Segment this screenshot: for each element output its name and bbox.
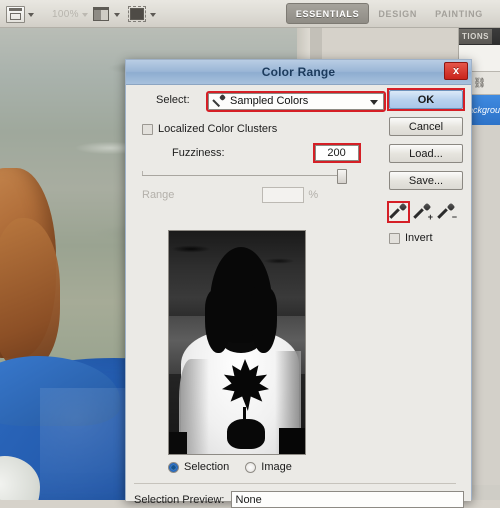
photo-subject-hair-strands — [0, 218, 60, 368]
fuzziness-slider[interactable] — [142, 168, 354, 184]
application-toolbar: 100% ESSENTIALS DESIGN PAINTING — [0, 0, 500, 28]
preview-corner-shadow-right — [279, 428, 305, 454]
screen-mode-icon[interactable] — [6, 5, 25, 23]
load-button[interactable]: Load... — [389, 144, 463, 163]
dialog-left-column: Select: Sampled Colors Localized Color C… — [134, 90, 386, 203]
color-range-dialog: Color Range x Select: Sampled Colors Loc… — [125, 59, 472, 508]
dialog-body: Select: Sampled Colors Localized Color C… — [126, 85, 471, 508]
panel-tab-bar[interactable]: TIONS — [459, 28, 500, 45]
ok-button[interactable]: OK — [389, 90, 463, 109]
eyedropper-tool-group[interactable]: + − — [387, 201, 463, 223]
close-icon[interactable]: x — [444, 62, 468, 80]
zoom-level-control[interactable]: 100% — [52, 4, 88, 24]
eyedropper-sample-icon[interactable] — [387, 201, 410, 223]
radio-selection[interactable]: Selection — [168, 461, 229, 473]
slider-handle[interactable] — [337, 169, 347, 184]
invert-checkbox[interactable] — [389, 232, 400, 244]
save-button[interactable]: Save... — [389, 171, 463, 190]
eyedropper-add-glyph: + — [427, 212, 433, 222]
chevron-down-icon[interactable] — [370, 99, 378, 105]
localized-color-clusters-label: Localized Color Clusters — [158, 123, 278, 135]
invert-label: Invert — [405, 232, 433, 244]
panel-tab-adjustments[interactable]: TIONS — [459, 29, 492, 44]
preview-glove-dark — [227, 419, 265, 449]
chevron-down-icon[interactable] — [114, 13, 120, 17]
arrange-documents-icon[interactable] — [92, 6, 111, 23]
workspace-tab-painting[interactable]: PAINTING — [426, 3, 492, 24]
selection-preview-thumbnail[interactable] — [168, 230, 306, 455]
eyedropper-subtract-glyph: − — [451, 212, 457, 222]
link-icon[interactable]: ⛓ — [473, 78, 486, 89]
fuzziness-input[interactable]: 200 — [312, 143, 361, 163]
preview-mode-radio-group[interactable]: Selection Image — [168, 461, 368, 473]
radio-image-dot[interactable] — [245, 461, 257, 473]
range-unit-label: % — [308, 189, 319, 201]
eyedropper-icon — [213, 95, 226, 107]
select-label: Select: — [156, 94, 190, 106]
arrange-documents-control[interactable] — [92, 4, 120, 24]
dialog-divider — [134, 483, 456, 484]
radio-image-label: Image — [261, 461, 292, 473]
radio-selection-dot[interactable] — [168, 461, 179, 473]
select-row: Select: Sampled Colors — [134, 90, 386, 112]
preview-hair-left — [205, 289, 231, 353]
dialog-title-bar[interactable]: Color Range x — [126, 60, 471, 85]
localized-color-clusters-checkbox[interactable] — [142, 123, 153, 135]
dialog-title: Color Range — [261, 65, 336, 79]
cancel-button[interactable]: Cancel — [389, 117, 463, 136]
screen-mode-control[interactable] — [6, 4, 34, 24]
slider-track[interactable] — [142, 175, 344, 176]
preview-hair-right — [251, 287, 277, 353]
eyedropper-add-icon[interactable]: + — [413, 203, 433, 222]
view-extras-icon[interactable] — [128, 5, 147, 23]
view-extras-control[interactable] — [128, 4, 156, 24]
workspace-switcher[interactable]: ESSENTIALS DESIGN PAINTING — [285, 3, 492, 24]
range-input — [262, 187, 305, 203]
ok-button-highlight: OK — [387, 88, 465, 111]
invert-row[interactable]: Invert — [389, 232, 463, 244]
zoom-level-value: 100% — [52, 8, 79, 20]
chevron-down-icon[interactable] — [150, 13, 156, 17]
fuzziness-row: Fuzziness: 200 — [134, 142, 384, 164]
range-row: Range % — [134, 187, 384, 203]
workspace-tab-essentials[interactable]: ESSENTIALS — [285, 3, 370, 24]
radio-image[interactable]: Image — [245, 461, 292, 473]
dialog-button-column: OK Cancel Load... Save... + − Invert — [387, 88, 465, 244]
radio-selection-label: Selection — [184, 461, 230, 473]
pipette-glyph — [391, 204, 406, 219]
localized-color-clusters-row[interactable]: Localized Color Clusters — [134, 118, 384, 140]
preview-corner-shadow-left — [169, 432, 187, 454]
workspace-tab-design[interactable]: DESIGN — [369, 3, 426, 24]
fuzziness-label: Fuzziness: — [172, 147, 225, 159]
eyedropper-subtract-icon[interactable]: − — [437, 203, 457, 222]
select-dropdown-value: Sampled Colors — [230, 95, 309, 107]
chevron-down-icon[interactable] — [81, 13, 88, 17]
select-dropdown[interactable]: Sampled Colors — [206, 90, 386, 112]
range-label: Range — [142, 189, 175, 201]
chevron-down-icon[interactable] — [28, 13, 34, 17]
